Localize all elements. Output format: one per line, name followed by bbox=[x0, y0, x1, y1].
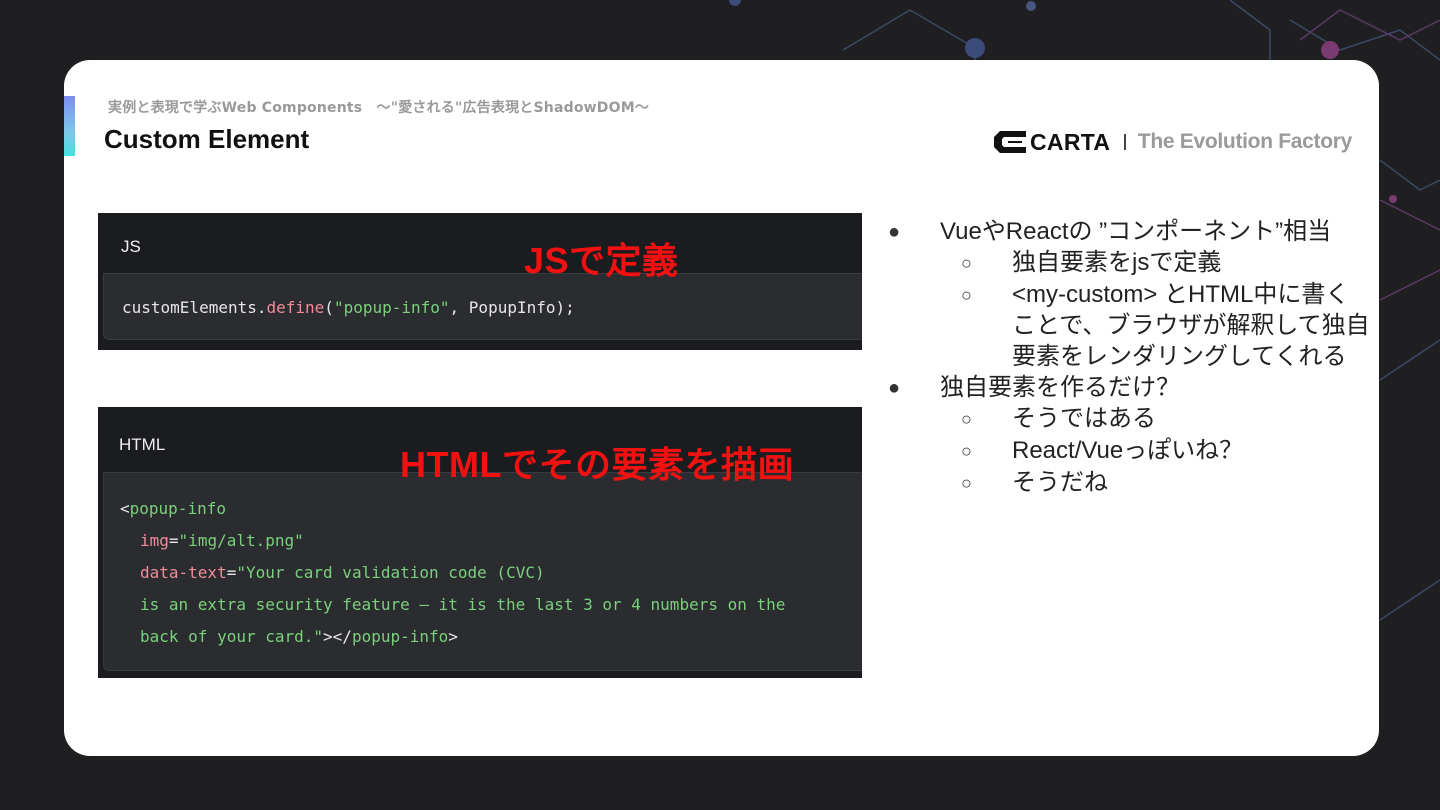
html-code-line: <popup-info bbox=[120, 499, 226, 518]
brand-separator bbox=[1124, 134, 1126, 150]
code-token: is an extra security feature — it is the… bbox=[140, 595, 786, 614]
code-token: img bbox=[140, 531, 169, 550]
html-code-block: <popup-info img="img/alt.png" data-text=… bbox=[103, 472, 862, 671]
code-token: ></ bbox=[323, 627, 352, 646]
js-panel-label: JS bbox=[121, 237, 141, 256]
code-token: customElements. bbox=[122, 298, 267, 317]
code-token: "Your card validation code (CVC) bbox=[236, 563, 545, 582]
code-token: "img/alt.png" bbox=[178, 531, 304, 550]
sub-bullet-item: そうだね bbox=[1012, 469, 1108, 496]
js-overlay-caption: JSで定義 bbox=[524, 240, 679, 281]
title-accent-bar bbox=[64, 96, 75, 156]
code-token: popup-info bbox=[129, 499, 226, 518]
code-token: back of your card." bbox=[140, 627, 324, 646]
html-code-line: img="img/alt.png" bbox=[140, 531, 304, 550]
code-token: = bbox=[168, 531, 179, 550]
code-token: data-text bbox=[140, 563, 227, 582]
sub-bullet-item-continued: ことで、ブラウザが解釈して独自 bbox=[1012, 312, 1370, 339]
code-token: "popup-info" bbox=[333, 298, 450, 317]
code-token: , PopupInfo); bbox=[449, 298, 575, 317]
bullet-item: 独自要素を作るだけ？ bbox=[940, 374, 1180, 401]
bullet-marker: ● bbox=[888, 221, 901, 243]
code-token: popup-info bbox=[351, 627, 449, 646]
brand-name: CARTA bbox=[1030, 128, 1111, 155]
sub-bullet-marker: ○ bbox=[961, 473, 972, 493]
brand-logo-area: CARTA The Evolution Factory bbox=[992, 128, 1352, 156]
sub-bullet-item-continued: 要素をレンダリングしてくれる bbox=[1012, 343, 1347, 370]
sub-bullet-marker: ○ bbox=[961, 285, 972, 305]
html-code-line: back of your card."></popup-info> bbox=[140, 627, 458, 646]
bullet-marker: ● bbox=[888, 377, 901, 399]
sub-bullet-item: そうではある bbox=[1012, 405, 1156, 432]
js-code-block: customElements.define("popup-info", Popu… bbox=[103, 273, 862, 340]
sub-bullet-item: <my-custom> とHTML中に書く bbox=[1012, 281, 1350, 308]
sub-bullet-marker: ○ bbox=[961, 253, 972, 273]
sub-bullet-marker: ○ bbox=[961, 409, 972, 429]
code-token: define bbox=[266, 298, 325, 317]
code-token: ( bbox=[324, 298, 334, 317]
js-panel-header: JS bbox=[103, 219, 862, 273]
js-code-panel: JS customElements.define("popup-info", P… bbox=[98, 213, 862, 350]
bullet-item: VueやReactの ”コンポーネント”相当 bbox=[940, 218, 1332, 245]
slide-subtitle: 実例と表現で学ぶWeb Components 〜"愛される"広告表現とShado… bbox=[108, 100, 650, 116]
slide-card: 実例と表現で学ぶWeb Components 〜"愛される"広告表現とShado… bbox=[64, 60, 1379, 756]
html-code-line: data-text="Your card validation code (CV… bbox=[140, 563, 545, 582]
code-token: > bbox=[448, 627, 458, 646]
slide-title: Custom Element bbox=[104, 124, 310, 154]
js-code-line: customElements.define("popup-info", Popu… bbox=[122, 298, 575, 317]
sub-bullet-item: React/Vueっぽいね？ bbox=[1012, 437, 1244, 464]
brand-tagline: The Evolution Factory bbox=[1137, 130, 1353, 153]
html-panel-label: HTML bbox=[119, 435, 166, 454]
html-overlay-caption: HTMLでその要素を描画 bbox=[400, 444, 794, 485]
carta-logo-icon bbox=[994, 131, 1026, 153]
code-token: = bbox=[226, 563, 237, 582]
sub-bullet-item: 独自要素をjsで定義 bbox=[1012, 249, 1222, 276]
html-code-line: is an extra security feature — it is the… bbox=[140, 595, 785, 614]
sub-bullet-marker: ○ bbox=[961, 441, 972, 461]
code-token: < bbox=[120, 499, 130, 518]
